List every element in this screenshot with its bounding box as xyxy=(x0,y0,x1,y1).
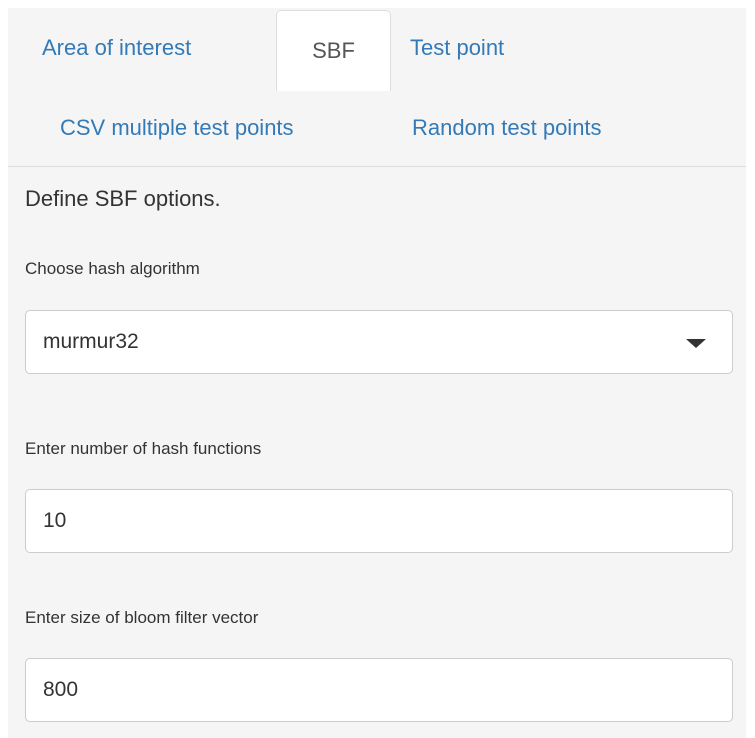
tab-label: Test point xyxy=(410,35,505,60)
vector-size-value: 800 xyxy=(43,678,79,701)
vector-size-label: Enter size of bloom filter vector xyxy=(25,608,259,627)
tab-sbf[interactable]: SBF xyxy=(276,10,391,91)
tab-label: CSV multiple test points xyxy=(60,115,294,140)
hash-functions-value: 10 xyxy=(43,509,67,532)
tab-bar: Area of interest SBF Test point CSV mult… xyxy=(8,8,746,167)
caret-down-icon xyxy=(686,339,706,348)
hash-algorithm-select[interactable]: murmur32 xyxy=(25,310,733,374)
tab-csv-multiple-test-points[interactable]: CSV multiple test points xyxy=(60,92,360,164)
hash-functions-input[interactable]: 10 xyxy=(25,489,733,553)
vector-size-input[interactable]: 800 xyxy=(25,658,733,722)
tab-random-test-points[interactable]: Random test points xyxy=(412,92,672,164)
tab-label: Area of interest xyxy=(42,35,192,60)
sbf-settings-panel: Area of interest SBF Test point CSV mult… xyxy=(8,8,746,738)
tab-area-of-interest[interactable]: Area of interest xyxy=(42,10,262,86)
section-helper-text: Define SBF options. xyxy=(25,186,221,211)
tab-test-point[interactable]: Test point xyxy=(410,10,560,86)
tab-label: SBF xyxy=(312,38,355,63)
hash-algorithm-label: Choose hash algorithm xyxy=(25,259,200,278)
hash-algorithm-selected-value: murmur32 xyxy=(43,330,139,353)
hash-functions-label: Enter number of hash functions xyxy=(25,439,262,458)
tab-label: Random test points xyxy=(412,115,602,140)
